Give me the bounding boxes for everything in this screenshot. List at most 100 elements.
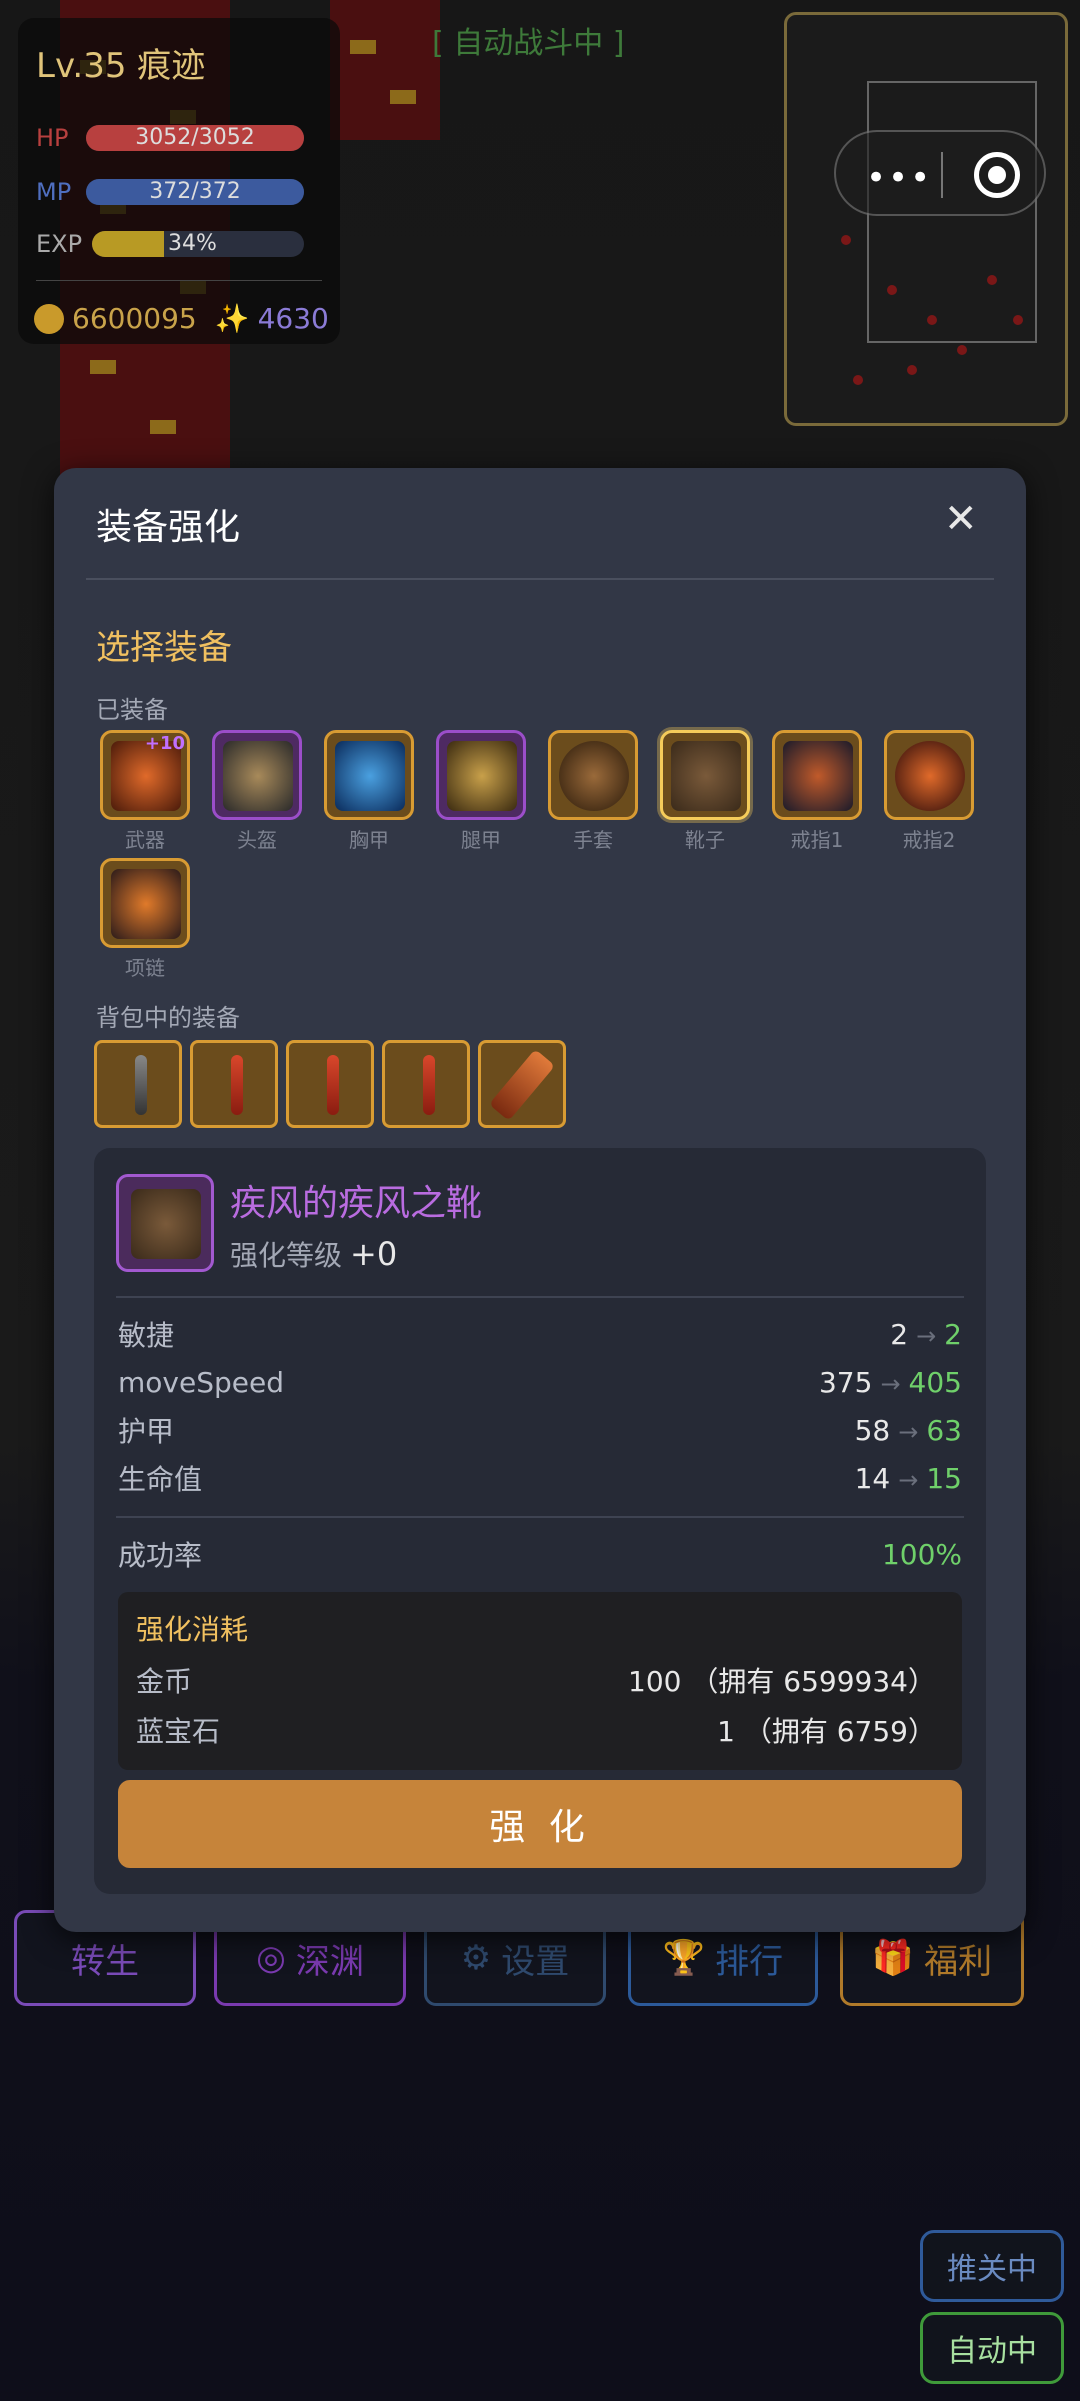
mini-program-capsule[interactable]: ••• [834, 130, 1046, 216]
gear-icon: ⚙ [460, 1938, 492, 1978]
minimap-enemy-dot [887, 285, 897, 295]
gold-amount: 6600095 [72, 302, 197, 335]
stat-old: 58 [854, 1413, 891, 1447]
greaves-icon [447, 741, 517, 811]
minimap-enemy-dot [927, 315, 937, 325]
cost-name: 蓝宝石 [136, 1715, 221, 1748]
necklace-icon [111, 869, 181, 939]
arrow-icon: → [880, 1369, 901, 1398]
more-menu-icon[interactable]: ••• [866, 158, 932, 198]
cost-title: 强化消耗 [136, 1613, 249, 1646]
bag-item[interactable] [382, 1040, 470, 1128]
hp-label: HP [36, 124, 69, 152]
stat-name: 敏捷 [118, 1319, 175, 1352]
stat-old: 375 [818, 1365, 873, 1399]
enhance-level-badge: +10 [144, 733, 185, 754]
stat-name: moveSpeed [118, 1365, 284, 1399]
stat-old: 2 [890, 1317, 909, 1351]
mp-bar: 372/372 [86, 179, 304, 205]
enhance-level-row: 强化等级 +0 [230, 1234, 397, 1274]
enhance-button[interactable]: 强 化 [118, 1780, 962, 1868]
swirl-icon: ◎ [256, 1938, 286, 1978]
stat-new: 63 [926, 1413, 962, 1447]
slot-label-weapon: 武器 [125, 828, 165, 852]
equip-slot-legs[interactable] [436, 730, 526, 820]
minimap-enemy-dot [957, 345, 967, 355]
stat-row: 敏捷 2 → 2 [118, 1314, 962, 1354]
settings-label: 设置 [501, 1941, 570, 1982]
slot-label-boots: 靴子 [685, 828, 725, 852]
stat-row: 护甲 58 → 63 [118, 1410, 962, 1450]
exp-text: 34% [168, 231, 217, 256]
slot-label-ring1: 戒指1 [790, 828, 844, 852]
stat-name: 护甲 [118, 1415, 175, 1448]
slot-label-necklace: 项链 [125, 956, 165, 980]
equip-slot-weapon[interactable]: +10 [100, 730, 190, 820]
gift-icon: 🎁 [871, 1938, 915, 1978]
chestplate-icon [335, 741, 405, 811]
minimap-enemy-dot [907, 365, 917, 375]
equip-slot-necklace[interactable] [100, 858, 190, 948]
rebirth-label: 转生 [71, 1941, 139, 1982]
sparkle-icon: ✨ [214, 302, 250, 335]
boots-icon [671, 741, 741, 811]
equip-slot-ring1[interactable] [772, 730, 862, 820]
auto-mode-label: 自动中 [947, 2334, 1037, 2369]
welfare-label: 福利 [924, 1941, 993, 1982]
detail-divider [116, 1296, 964, 1298]
cost-value: 100 （拥有 6599934） [628, 1665, 936, 1698]
hud-divider [36, 280, 322, 281]
push-stage-button[interactable]: 推关中 [920, 2230, 1064, 2302]
stat-new: 2 [944, 1317, 962, 1351]
exp-bar: 34% [92, 231, 304, 257]
cost-name: 金币 [136, 1665, 193, 1698]
minimap[interactable] [784, 12, 1068, 426]
gold-coin-icon [34, 303, 64, 334]
close-icon[interactable]: ✕ [944, 496, 978, 542]
close-target-icon[interactable] [974, 152, 1020, 198]
success-rate-label: 成功率 [118, 1539, 203, 1572]
abyss-label: 深渊 [295, 1941, 364, 1982]
sword-icon [327, 1055, 339, 1115]
bag-item[interactable] [94, 1040, 182, 1128]
slot-label-helmet: 头盔 [237, 828, 277, 852]
hp-text: 3052/3052 [135, 125, 255, 150]
modal-title: 装备强化 [96, 507, 241, 548]
player-hud: Lv.35 痕迹 HP 3052/3052 MP 372/372 EXP 34% [18, 18, 340, 344]
detail-divider [116, 1516, 964, 1518]
bag-item[interactable] [478, 1040, 566, 1128]
item-detail-panel: 疾风的疾风之靴 强化等级 +0 敏捷 2 → 2 moveSpeed 375 → 405 … [94, 1148, 986, 1894]
ring-icon [783, 741, 853, 811]
equip-slot-gloves[interactable] [548, 730, 638, 820]
cost-row-gold: 金币 100 （拥有 6599934） [136, 1660, 936, 1700]
helmet-icon [223, 741, 293, 811]
bag-item[interactable] [286, 1040, 374, 1128]
greatsword-icon [488, 1049, 556, 1121]
minimap-enemy-dot [853, 375, 863, 385]
hp-bar: 3052/3052 [86, 125, 304, 151]
push-stage-label: 推关中 [947, 2252, 1037, 2287]
equip-slot-boots[interactable] [660, 730, 750, 820]
equip-slot-helmet[interactable] [212, 730, 302, 820]
enhance-cost-box: 强化消耗 金币 100 （拥有 6599934） 蓝宝石 1 （拥有 6759） [118, 1592, 962, 1770]
minimap-enemy-dot [1013, 315, 1023, 325]
gem-amount: 4630 [257, 302, 329, 335]
bag-item[interactable] [190, 1040, 278, 1128]
arrow-icon: → [916, 1321, 937, 1350]
equipped-label: 已装备 [96, 696, 168, 724]
slot-label-chest: 胸甲 [349, 828, 389, 852]
stat-new: 405 [908, 1365, 962, 1399]
exp-row: EXP 34% [36, 230, 304, 258]
stat-name: 生命值 [118, 1463, 203, 1496]
equip-slot-chest[interactable] [324, 730, 414, 820]
trophy-icon: 🏆 [662, 1938, 706, 1978]
arrow-icon: → [898, 1465, 919, 1494]
mp-text: 372/372 [149, 179, 241, 204]
item-name: 疾风的疾风之靴 [230, 1183, 483, 1224]
equip-slot-ring2[interactable] [884, 730, 974, 820]
capsule-divider [941, 152, 943, 198]
auto-mode-button[interactable]: 自动中 [920, 2312, 1064, 2384]
minimap-enemy-dot [987, 275, 997, 285]
stat-row: 生命值 14 → 15 [118, 1458, 962, 1498]
cost-value: 1 （拥有 6759） [717, 1715, 936, 1748]
